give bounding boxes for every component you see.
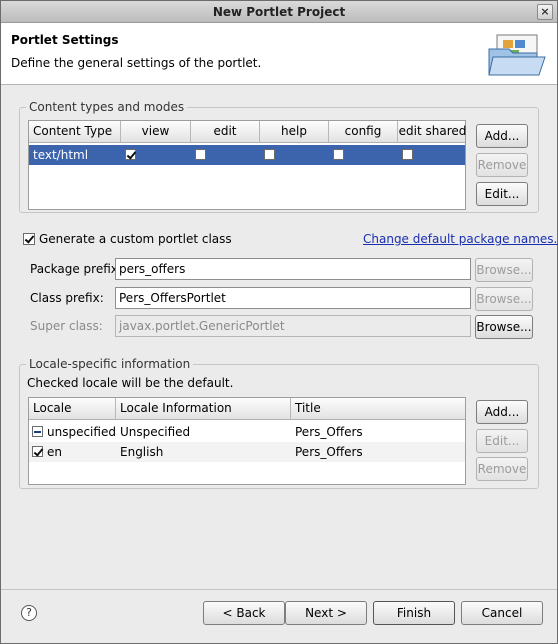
class-prefix-label: Class prefix: [30, 291, 104, 305]
content-type-add-button[interactable]: Add... [476, 124, 528, 148]
table-row[interactable]: unspecified Unspecified Pers_Offers [29, 422, 465, 442]
class-prefix-browse-button[interactable]: Browse... [475, 287, 533, 311]
folder-wizard-icon [488, 34, 546, 76]
package-prefix-input[interactable]: pers_offers [115, 258, 471, 280]
locale-hint: Checked locale will be the default. [27, 376, 234, 390]
config-mode-checkbox[interactable] [333, 149, 344, 160]
change-package-names-link[interactable]: Change default package names... [363, 232, 558, 246]
help-icon[interactable]: ? [21, 605, 37, 621]
class-prefix-input[interactable]: Pers_OffersPortlet [115, 287, 471, 309]
locale-info-cell: Unspecified [120, 425, 191, 439]
table-row[interactable]: en English Pers_Offers [29, 442, 465, 462]
locale-add-button[interactable]: Add... [476, 400, 528, 424]
content-type-remove-button[interactable]: Remove [476, 153, 528, 177]
locale-table-header: Locale Locale Information Title [29, 398, 465, 420]
window-title: New Portlet Project [212, 5, 346, 19]
page-title: Portlet Settings [11, 33, 119, 47]
column-locale[interactable]: Locale [29, 398, 116, 420]
column-config[interactable]: config [329, 121, 398, 143]
locale-title-cell: Pers_Offers [295, 445, 363, 459]
column-edit-shared[interactable]: edit shared [398, 121, 467, 143]
super-class-input[interactable]: javax.portlet.GenericPortlet [115, 315, 471, 337]
locale-cell: en [47, 445, 62, 459]
locale-edit-button[interactable]: Edit... [476, 429, 528, 453]
page-description: Define the general settings of the portl… [11, 56, 262, 70]
content-type-edit-button[interactable]: Edit... [476, 182, 528, 206]
cancel-button[interactable]: Cancel [461, 601, 543, 625]
locale-cell: unspecified [47, 425, 116, 439]
next-button[interactable]: Next > [285, 601, 367, 625]
close-icon[interactable]: × [537, 4, 553, 20]
content-type-cell: text/html [33, 148, 89, 162]
wizard-header: Portlet Settings Define the general sett… [1, 23, 557, 85]
locale-group-label: Locale-specific information [26, 357, 194, 371]
column-title[interactable]: Title [291, 398, 467, 420]
package-prefix-label: Package prefix: [30, 262, 122, 276]
column-content-type[interactable]: Content Type [29, 121, 121, 143]
finish-button[interactable]: Finish [373, 601, 455, 625]
table-row[interactable]: text/html [29, 145, 465, 165]
help-mode-checkbox[interactable] [264, 149, 275, 160]
edit-shared-mode-checkbox[interactable] [402, 149, 413, 160]
locale-default-checkbox[interactable] [32, 446, 43, 457]
column-view[interactable]: view [121, 121, 191, 143]
super-class-browse-button[interactable]: Browse... [475, 315, 533, 339]
column-locale-information[interactable]: Locale Information [116, 398, 291, 420]
generate-portlet-class-label[interactable]: Generate a custom portlet class [39, 232, 232, 246]
generate-portlet-class-checkbox[interactable] [23, 233, 35, 245]
footer-separator [1, 589, 557, 590]
locale-info-cell: English [120, 445, 164, 459]
locale-default-checkbox[interactable] [32, 426, 43, 437]
locale-table[interactable]: Locale Locale Information Title unspecif… [28, 397, 466, 485]
locale-remove-button[interactable]: Remove [476, 457, 528, 481]
back-button[interactable]: < Back [203, 601, 285, 625]
package-prefix-browse-button[interactable]: Browse... [475, 258, 533, 282]
view-mode-checkbox[interactable] [125, 149, 136, 160]
super-class-label: Super class: [30, 319, 103, 333]
locale-title-cell: Pers_Offers [295, 425, 363, 439]
content-types-table[interactable]: Content Type view edit help config edit … [28, 120, 466, 210]
new-portlet-project-dialog: New Portlet Project × Portlet Settings D… [0, 0, 558, 644]
edit-mode-checkbox[interactable] [195, 149, 206, 160]
column-edit[interactable]: edit [191, 121, 260, 143]
content-types-table-header: Content Type view edit help config edit … [29, 121, 467, 143]
column-help[interactable]: help [260, 121, 329, 143]
title-bar: New Portlet Project × [1, 1, 557, 23]
content-types-group-label: Content types and modes [26, 100, 188, 114]
